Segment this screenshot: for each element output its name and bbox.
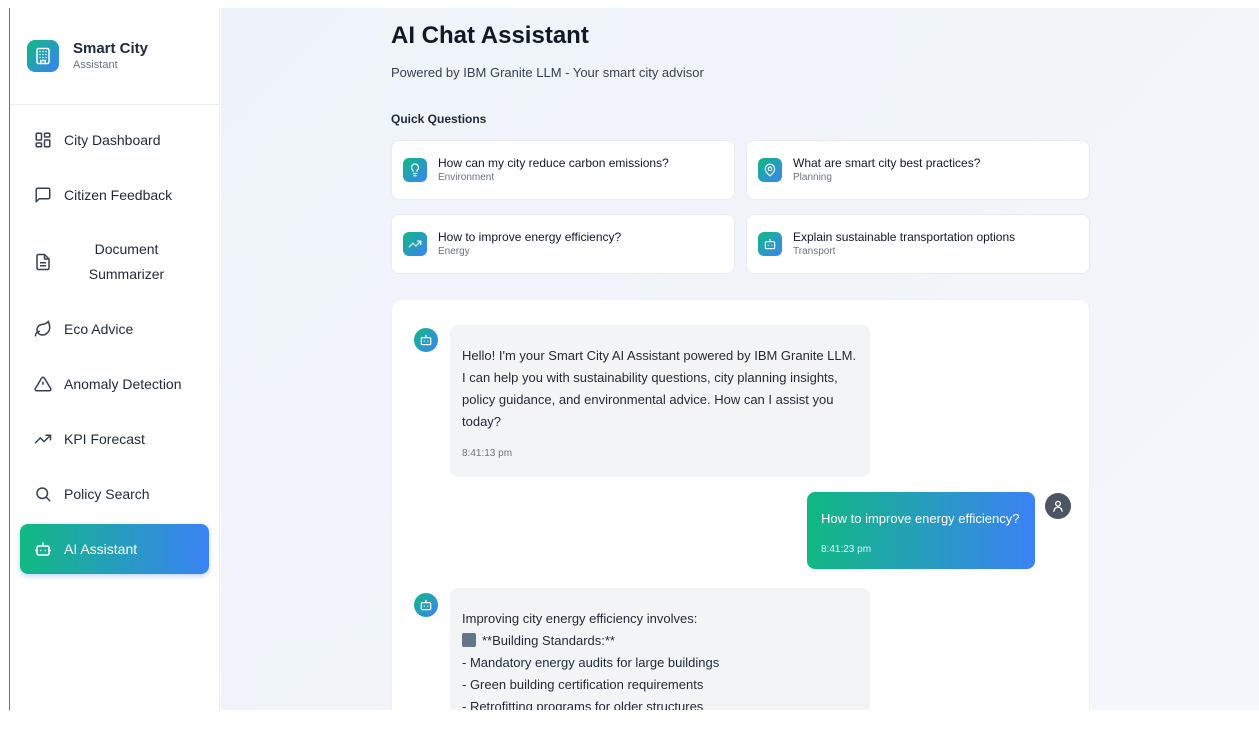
brand-title: Smart City [73,39,149,57]
page-subtitle: Powered by IBM Granite LLM - Your smart … [391,65,704,80]
dashboard-icon [34,131,52,149]
sidebar-item-label: KPI Forecast [64,431,145,447]
sidebar-item-label: Anomaly Detection [64,376,182,392]
brand: Smart City Assistant [10,8,219,105]
sidebar-item-policy-search[interactable]: Policy Search [20,469,209,519]
message-line: Improving city energy efficiency involve… [462,611,698,626]
user-message: How to improve energy efficiency? 8:41:2… [807,492,1035,569]
message-timestamp: 8:41:23 pm [821,544,872,555]
sidebar-item-label: AI Assistant [64,541,138,557]
quick-question-category: Planning [793,171,832,183]
quick-question-category: Environment [438,171,495,183]
bot-message: Improving city energy efficiency involve… [450,588,870,710]
sidebar-item-ai-assistant[interactable]: AI Assistant [20,524,209,574]
sidebar-item-label: Citizen Feedback [64,187,173,203]
quick-question-text: How can my city reduce carbon emissions? [438,155,669,170]
trend-icon [34,430,52,448]
sidebar-item-label: Document Summarizer [88,241,165,282]
sidebar: Smart City Assistant City Dashboard Citi… [10,8,220,710]
document-icon [34,253,52,271]
sidebar-item-citizen-feedback[interactable]: Citizen Feedback [20,170,209,220]
user-avatar-icon [1045,493,1071,519]
sidebar-item-eco-advice[interactable]: Eco Advice [20,304,209,354]
sidebar-item-city-dashboard[interactable]: City Dashboard [20,115,209,165]
quick-question-card[interactable]: How can my city reduce carbon emissions?… [391,140,735,200]
bot-icon [758,232,782,256]
quick-questions-label: Quick Questions [391,112,487,126]
trend-icon [403,232,427,256]
message-line: - Mandatory energy audits for large buil… [462,655,720,670]
quick-question-card[interactable]: How to improve energy efficiency? Energy [391,214,735,274]
message-text: Hello! I'm your Smart City AI Assistant … [462,348,857,429]
message-text: How to improve energy efficiency? [821,511,1020,526]
sidebar-item-label: Eco Advice [64,321,134,337]
warning-icon [34,375,52,393]
brand-subtitle: Assistant [73,58,118,71]
quick-question-text: What are smart city best practices? [793,155,981,170]
building-icon [27,40,59,72]
map-pin-icon [758,158,782,182]
message-line: **Building Standards:** [462,630,858,652]
chat-panel: Hello! I'm your Smart City AI Assistant … [391,299,1090,710]
quick-question-card[interactable]: Explain sustainable transportation optio… [746,214,1090,274]
lightbulb-icon [403,158,427,182]
sidebar-item-anomaly-detection[interactable]: Anomaly Detection [20,359,209,409]
sidebar-item-kpi-forecast[interactable]: KPI Forecast [20,414,209,464]
quick-question-text: How to improve energy efficiency? [438,229,622,244]
quick-question-card[interactable]: What are smart city best practices? Plan… [746,140,1090,200]
sidebar-nav: City Dashboard Citizen Feedback Document… [10,105,219,589]
message-line: - Green building certification requireme… [462,677,704,692]
page-title: AI Chat Assistant [391,22,589,49]
quick-question-category: Energy [438,245,470,257]
bot-message: Hello! I'm your Smart City AI Assistant … [450,325,870,477]
bot-avatar-icon [414,593,438,617]
quick-question-text: Explain sustainable transportation optio… [793,229,1016,244]
bot-avatar-icon [414,328,438,352]
quick-question-category: Transport [793,245,836,257]
message-icon [34,186,52,204]
message-line: - Retrofitting programs for older struct… [462,699,704,710]
leaf-icon [34,320,52,338]
bot-icon [34,540,52,558]
main-content: AI Chat Assistant Powered by IBM Granite… [221,8,1259,710]
search-icon [34,485,52,503]
building-emoji-icon [462,633,476,647]
sidebar-item-label: Policy Search [64,486,150,502]
sidebar-item-document-summarizer[interactable]: Document Summarizer [20,225,209,299]
message-timestamp: 8:41:13 pm [462,448,513,459]
sidebar-item-label: City Dashboard [64,132,161,148]
